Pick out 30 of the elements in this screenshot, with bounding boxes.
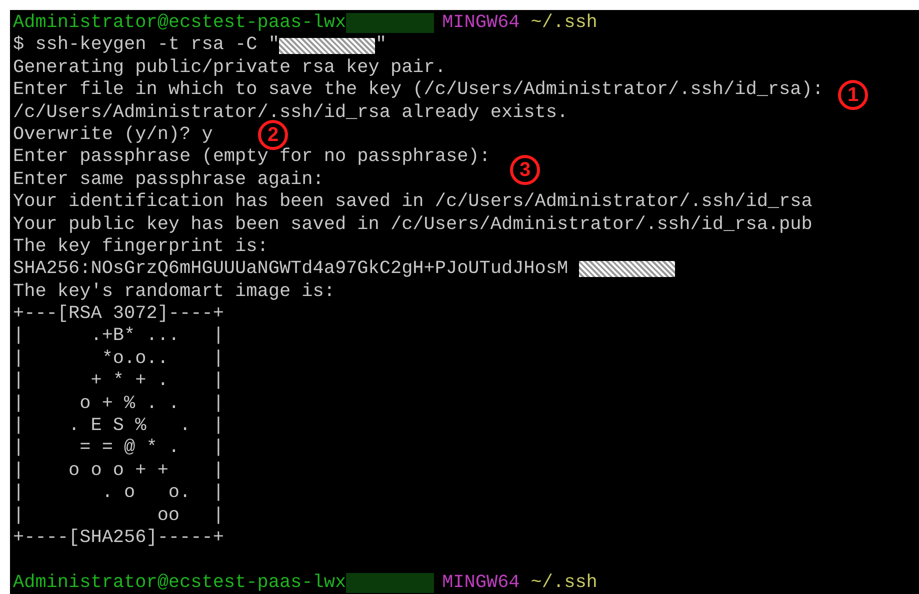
- annotation-number: 1: [838, 80, 868, 110]
- randomart-line: | . E S % . |: [13, 415, 224, 438]
- randomart-line: | *o.o.. |: [13, 348, 224, 370]
- randomart-line: | . o o. |: [13, 482, 224, 505]
- prompt-user: Administrator@ecstest-paas-lwx: [13, 12, 346, 34]
- randomart-line: +----[SHA256]-----+: [13, 526, 224, 550]
- terminal-line: The key's randomart image is:: [13, 280, 335, 304]
- terminal-line: Enter file in which to save the key (/c/Users/Administrator/.ssh/id_rsa):: [13, 79, 824, 102]
- randomart-line: | = = @ * . |: [13, 437, 224, 460]
- randomart-line: +---[RSA 3072]----+: [13, 303, 224, 326]
- randomart-line: | .+B* ... |: [13, 325, 224, 348]
- annotation-number: 3: [510, 155, 540, 185]
- prompt-path: ~/.ssh: [530, 12, 598, 34]
- terminal-line: The key fingerprint is:: [13, 236, 268, 258]
- randomart-line: | o + % . . |: [13, 392, 224, 416]
- terminal-line: Generating public/private rsa key pair.: [13, 56, 446, 80]
- prompt-user: Administrator@ecstest-paas-lwx: [13, 572, 346, 594]
- terminal-line: Enter same passphrase again:: [13, 168, 324, 192]
- randomart-line: | o o o + + |: [13, 460, 224, 482]
- prompt-path: ~/.ssh: [530, 572, 598, 594]
- terminal-text: $ ssh-keygen -t rsa -C ": [13, 34, 280, 57]
- terminal-text: SHA256:NOsGrzQ6mHGUUUaNGWTd4a97GkC2gH+PJoUTudJHosM: [13, 258, 570, 281]
- prompt-shell: MINGW64: [442, 572, 520, 594]
- terminal-text: ": [375, 34, 387, 57]
- terminal-line: Your public key has been saved in /c/Users/Administrator/.ssh/id_rsa.pub: [13, 214, 812, 236]
- prompt-shell: MINGW64: [442, 12, 520, 34]
- randomart-line: | oo |: [13, 504, 224, 527]
- terminal-line: Overwrite (y/n)? y: [13, 124, 213, 146]
- randomart-line: | + * + . |: [13, 370, 224, 393]
- terminal-line: Your identification has been saved in /c/Users/Administrator/.ssh/id_rsa: [13, 191, 812, 214]
